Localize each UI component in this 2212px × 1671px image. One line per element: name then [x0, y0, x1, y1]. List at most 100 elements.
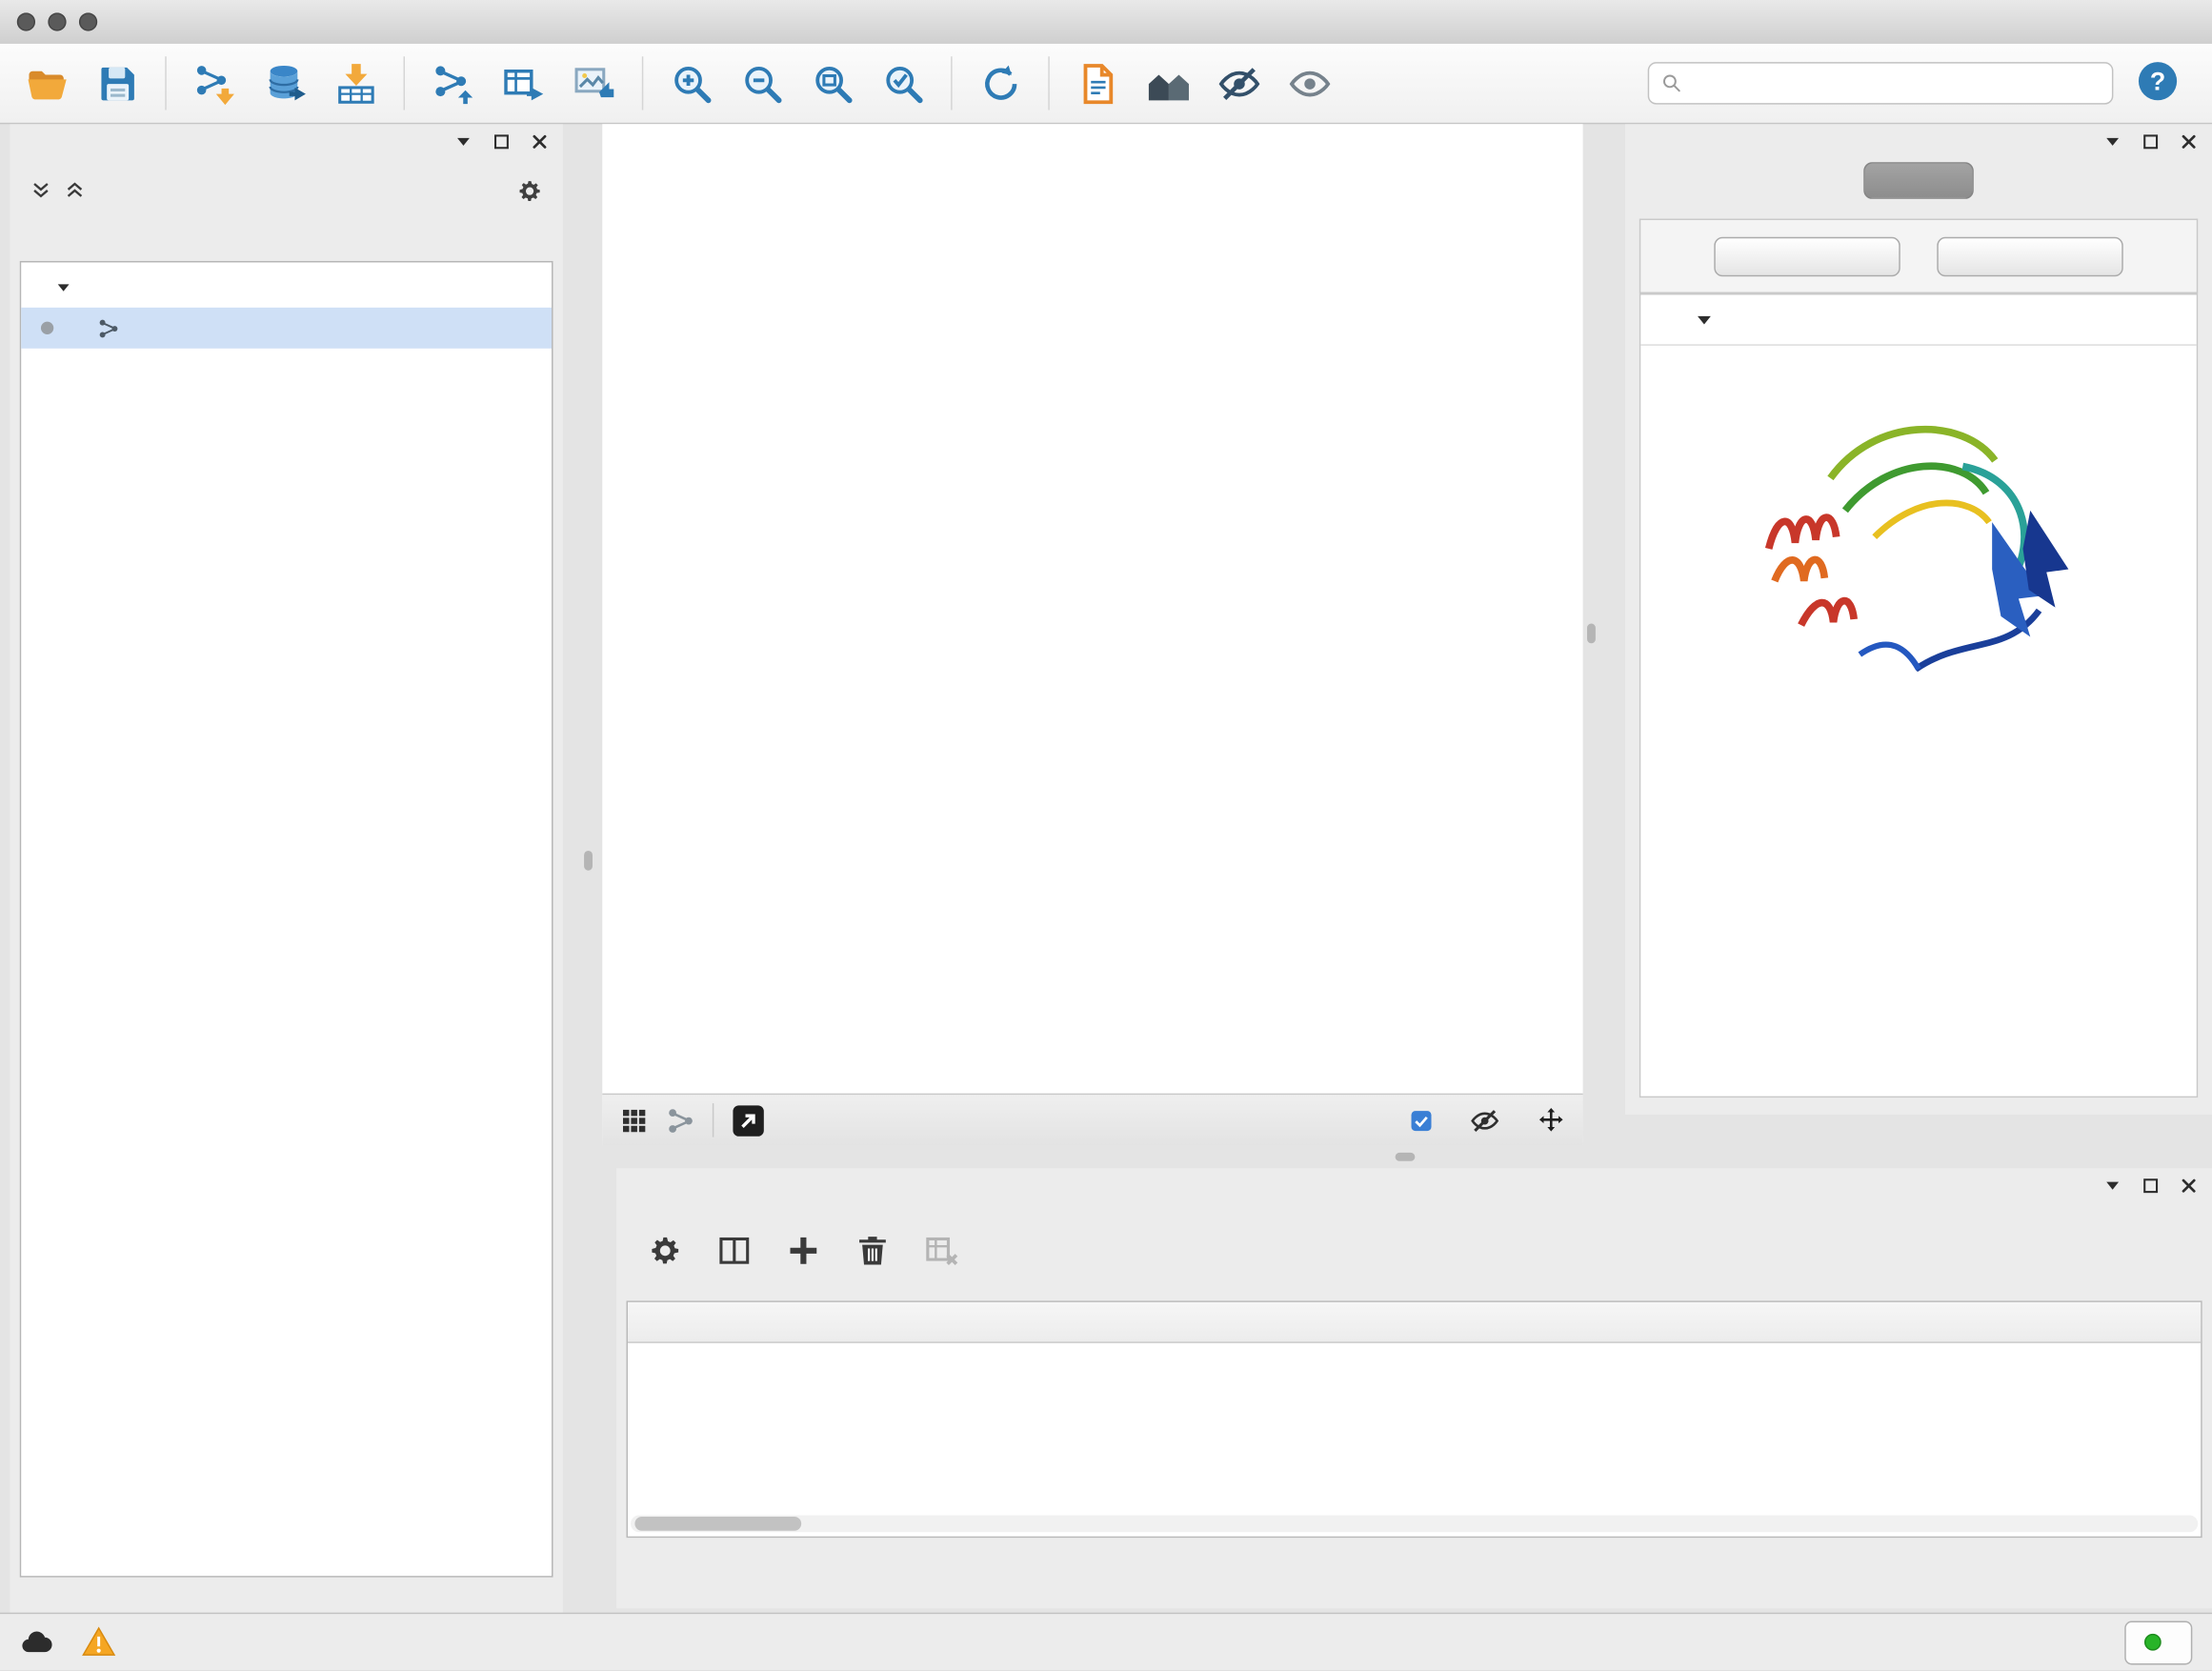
export-image-icon — [573, 61, 616, 105]
zoom-window-button[interactable] — [79, 12, 97, 30]
attribute-table — [627, 1300, 2202, 1538]
collapse-collection-icon[interactable] — [55, 278, 72, 295]
new-network-icon — [431, 61, 474, 105]
birds-eye-view-icon[interactable] — [619, 1105, 649, 1135]
panel-menu-icon[interactable] — [2103, 131, 2122, 150]
control-panel-header — [10, 124, 563, 158]
crosslinks-heading — [1640, 730, 2196, 761]
selected-checkbox-icon[interactable] — [1409, 1108, 1433, 1132]
network-collection-row[interactable] — [21, 267, 552, 308]
scrollbar-thumb[interactable] — [634, 1517, 801, 1531]
close-panel-icon[interactable] — [531, 131, 549, 150]
refresh-icon — [978, 61, 1022, 105]
add-column-icon[interactable] — [786, 1233, 821, 1268]
hidden-eye-slash-icon[interactable] — [1470, 1105, 1499, 1135]
memory-status-dot — [2144, 1634, 2162, 1651]
vertical-splitter-left[interactable] — [584, 851, 593, 871]
status-bar — [0, 1613, 2212, 1671]
float-panel-icon[interactable] — [2142, 1176, 2160, 1194]
table-header-row — [628, 1302, 2201, 1343]
network-status-dot — [41, 322, 53, 334]
control-panel — [10, 124, 563, 1612]
show-all-button[interactable] — [1277, 50, 1341, 115]
results-actions — [1639, 219, 2198, 293]
save-floppy-icon — [95, 61, 139, 105]
gene-section-header[interactable] — [1640, 295, 2196, 346]
new-network-button[interactable] — [420, 50, 485, 115]
import-network-file-icon — [192, 61, 236, 105]
horizontal-splitter[interactable] — [1396, 1153, 1416, 1161]
search-input[interactable] — [1692, 71, 2101, 95]
close-panel-icon[interactable] — [2180, 131, 2198, 150]
table-panel — [616, 1168, 2212, 1608]
hide-selected-button[interactable] — [1206, 50, 1271, 115]
import-network-file-button[interactable] — [182, 50, 247, 115]
vertical-splitter-right[interactable] — [1587, 624, 1596, 644]
search-icon — [1660, 72, 1683, 95]
expand-all-button[interactable] — [1714, 236, 1900, 275]
copy-document-button[interactable] — [1065, 50, 1130, 115]
zoom-fit-icon — [811, 61, 855, 105]
footer-separator — [713, 1103, 714, 1137]
save-session-button[interactable] — [85, 50, 150, 115]
table-options-gear-icon[interactable] — [648, 1233, 683, 1268]
network-selection-row — [10, 167, 563, 214]
network-row[interactable] — [21, 308, 552, 349]
delete-column-icon[interactable] — [855, 1233, 890, 1268]
first-neighbors-button[interactable] — [1136, 50, 1200, 115]
zoom-out-button[interactable] — [730, 50, 794, 115]
network-options-gear-icon[interactable] — [516, 177, 543, 204]
results-panel — [1625, 124, 2212, 1115]
import-table-button[interactable] — [323, 50, 388, 115]
pan-move-icon[interactable] — [1537, 1105, 1566, 1135]
import-table-icon — [333, 61, 377, 105]
network-canvas[interactable] — [602, 124, 1582, 1093]
show-columns-icon[interactable] — [716, 1233, 752, 1268]
close-panel-icon[interactable] — [2180, 1176, 2198, 1194]
clear-table-icon — [924, 1233, 959, 1268]
table-toolbar — [616, 1214, 2212, 1287]
warnings-button[interactable] — [82, 1625, 116, 1660]
tab-string[interactable] — [1863, 162, 1974, 199]
zoom-selected-icon — [881, 61, 925, 105]
collapse-all-networks-icon[interactable] — [30, 179, 52, 202]
toolbar-separator — [951, 56, 952, 110]
zoom-in-button[interactable] — [659, 50, 724, 115]
close-window-button[interactable] — [17, 12, 35, 30]
cloud-status-button[interactable] — [20, 1625, 54, 1660]
zoom-fit-button[interactable] — [800, 50, 865, 115]
houses-icon — [1146, 61, 1190, 105]
float-panel-icon[interactable] — [2142, 131, 2160, 150]
toolbar-separator — [642, 56, 643, 110]
search-box[interactable] — [1648, 62, 2114, 104]
toolbar-separator — [404, 56, 405, 110]
open-session-button[interactable] — [14, 50, 79, 115]
panel-menu-icon[interactable] — [2103, 1176, 2122, 1194]
collapse-section-icon[interactable] — [1695, 310, 1715, 330]
network-tree — [20, 261, 553, 1578]
gene-description — [1640, 346, 2196, 363]
import-network-database-button[interactable] — [252, 50, 317, 115]
table-panel-header — [616, 1168, 2212, 1202]
export-table-icon — [501, 61, 545, 105]
float-panel-icon[interactable] — [493, 131, 511, 150]
network-view-toolbar — [602, 1094, 1582, 1146]
help-button[interactable] — [2136, 59, 2183, 107]
table-horizontal-scrollbar[interactable] — [631, 1515, 2198, 1532]
document-icon — [1076, 61, 1119, 105]
panel-menu-icon[interactable] — [454, 131, 473, 150]
collapse-all-button[interactable] — [1937, 236, 2122, 275]
export-image-button[interactable] — [561, 50, 626, 115]
minimize-window-button[interactable] — [48, 12, 66, 30]
zoom-selected-button[interactable] — [871, 50, 935, 115]
protein-structure-image — [1742, 373, 2095, 729]
title-bar[interactable] — [0, 0, 2212, 45]
export-table-button[interactable] — [491, 50, 555, 115]
help-icon — [2136, 59, 2180, 103]
memory-button[interactable] — [2124, 1621, 2192, 1664]
export-view-button[interactable] — [731, 1102, 766, 1137]
expand-all-networks-icon[interactable] — [64, 179, 87, 202]
refresh-view-button[interactable] — [968, 50, 1033, 115]
network-share-icon[interactable] — [666, 1105, 695, 1135]
main-toolbar — [0, 44, 2212, 124]
